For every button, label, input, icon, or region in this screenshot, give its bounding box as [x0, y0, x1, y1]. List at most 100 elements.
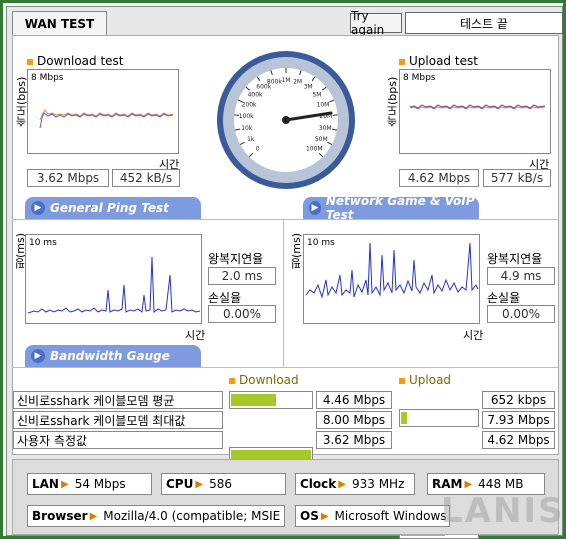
ping-chart-right: 10 ms [303, 234, 480, 324]
bandwidth-row-label: 신비로sshark 케이블모뎀 평균 [13, 391, 223, 409]
ping-line-left [27, 256, 201, 314]
app-window: WAN TEST Try again 테스트 끝 Download test 속… [6, 6, 565, 539]
browser-info: Browser ▶ Mozilla/4.0 (compatible; MSIE 6.… [27, 505, 285, 527]
ping-line-right [305, 242, 479, 299]
gauge-tick-label: 10M [317, 102, 330, 109]
lanis-watermark: LANIS [441, 491, 565, 531]
gauge-tick-label: 2M [293, 79, 302, 86]
rtt-value-right: 4.9 ms [487, 267, 555, 285]
triangle-right-icon: ▶ [464, 478, 473, 490]
download-bar-value: 4.46 Mbps [316, 391, 392, 409]
download-bar-value: 3.62 Mbps [316, 431, 392, 449]
gauge-tick-label: 100k [239, 113, 254, 120]
orange-square-icon [399, 58, 405, 65]
download-bar-value: 8.00 Mbps [316, 411, 392, 429]
cpu-label: CPU [166, 477, 194, 491]
download-kbs-value: 452 kB/s [112, 169, 180, 187]
orange-square-icon [399, 377, 405, 384]
triangle-right-icon: ▶ [320, 510, 329, 522]
upload-bar-value: 4.62 Mbps [482, 431, 555, 449]
loss-label-right: 손실율 [487, 291, 521, 305]
gauge-tick-label: 1M [282, 77, 291, 84]
gauge-tick-label: 50M [315, 136, 328, 143]
gauge-tick-label: 0 [256, 145, 260, 152]
speed-gauge: 01k10k100k200k400k600k800k 1M 2M3M5M10M20M… [217, 51, 355, 189]
try-again-button[interactable]: Try again [350, 9, 402, 37]
ping-chart-left: 10 ms [25, 234, 202, 324]
os-label: OS [300, 509, 319, 523]
divider [12, 219, 559, 220]
download-axis-label: 속도(bps) [15, 76, 28, 127]
arrow-right-icon: ▶ [31, 349, 45, 363]
arrow-right-icon: ▶ [309, 201, 321, 215]
loss-value-left: 0.00% [208, 305, 276, 323]
browser-value: Mozilla/4.0 (compatible; MSIE 6.0 [103, 509, 285, 523]
vertical-divider [283, 220, 284, 368]
triangle-right-icon: ▶ [195, 478, 204, 490]
gauge-hub [282, 116, 290, 124]
triangle-right-icon: ▶ [338, 478, 346, 490]
download-line-blue [39, 112, 174, 129]
status-display: 테스트 끝 [405, 12, 563, 34]
gauge-tick-label: 200k [242, 102, 257, 109]
bandwidth-row-label: 사용자 측정값 [13, 431, 223, 449]
rtt-label-left: 왕복지연율 [208, 252, 264, 266]
bandwidth-gauge-header: ▶ Bandwidth Gauge [25, 345, 201, 367]
bw-upload-header: Upload [399, 373, 451, 387]
ping-graph-right [305, 242, 479, 299]
ram-label: RAM [432, 477, 463, 491]
loss-label-left: 손실율 [208, 291, 242, 305]
bw-download-label: Download [239, 373, 299, 387]
upload-bar [399, 409, 479, 427]
upload-graph [409, 104, 546, 110]
network-game-voip-label: Network Game & VoIP Test [325, 194, 475, 222]
lan-label: LAN [32, 477, 59, 491]
ram-value: 448 MB [478, 477, 524, 491]
upload-test-title: Upload test [399, 54, 478, 68]
lan-info: LAN ▶ 54 Mbps [27, 473, 152, 495]
gauge-tick-label: 10k [241, 125, 253, 132]
bw-download-header: Download [229, 373, 299, 387]
bw-upload-label: Upload [409, 373, 452, 387]
download-chart: 8 Mbps [27, 69, 179, 154]
download-graph [39, 109, 174, 129]
cpu-info: CPU ▶ 586 [161, 473, 286, 495]
tab-wan-test[interactable]: WAN TEST [12, 11, 107, 35]
cpu-value: 586 [209, 477, 232, 491]
general-ping-test-header: ▶ General Ping Test [25, 197, 201, 219]
upload-axis-label: 속도(bps) [386, 76, 399, 127]
clock-label: Clock [300, 477, 337, 491]
divider [12, 367, 559, 368]
triangle-right-icon: ▶ [89, 510, 98, 522]
download-test-title: Download test [27, 54, 124, 68]
loss-value-right: 0.00% [487, 305, 555, 323]
bandwidth-gauge-label: Bandwidth Gauge [50, 349, 170, 363]
gauge-tick-label: 3M [304, 84, 313, 91]
os-info: OS▶ Microsoft Windows XP [295, 505, 450, 527]
rtt-label-right: 왕복지연율 [487, 252, 543, 266]
download-test-label: Download test [37, 54, 124, 68]
gauge-tick-label: 100M [306, 145, 323, 152]
gauge-tick-label: 5M [312, 92, 321, 99]
ping-graph-left [27, 256, 201, 314]
upload-test-label: Upload test [409, 54, 478, 68]
upload-line-blue [409, 106, 546, 110]
upload-bar-value: 652 kbps [482, 391, 555, 409]
general-ping-test-label: General Ping Test [50, 201, 169, 215]
clock-value: 933 MHz [351, 477, 405, 491]
app-frame: WAN TEST Try again 테스트 끝 Download test 속… [0, 0, 566, 539]
upload-mbps-value: 4.62 Mbps [399, 169, 479, 187]
orange-square-icon [27, 58, 33, 65]
download-bar [229, 391, 313, 409]
os-value: Microsoft Windows XP [334, 509, 449, 523]
gauge-tick-label: 1k [247, 136, 255, 143]
ping-axis-label-right: 핑(ms) [290, 232, 303, 269]
download-bar-fill [231, 394, 276, 406]
upload-bar-fill [401, 412, 407, 424]
gauge-tick-label: 400k [248, 92, 263, 99]
gauge-tick-label: 30M [319, 125, 332, 132]
upload-chart: 8 Mbps [399, 69, 551, 154]
bandwidth-row-label: 신비로sshark 케이블모뎀 최대값 [13, 411, 223, 429]
ping-time-label-right: 시간 [463, 329, 484, 342]
browser-label: Browser [32, 509, 88, 523]
